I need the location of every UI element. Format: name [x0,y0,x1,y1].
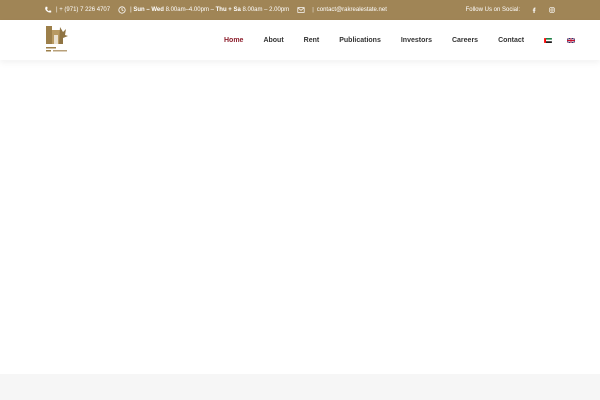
hours-time-2: 8.00am – 2.00pm [242,7,290,13]
phone-number[interactable]: | + (971) 7 226 4707 [56,7,110,13]
social-links: Follow Us on Social: [466,0,556,20]
mail-icon [297,6,305,14]
hours-time-1: 8.00am–4.00pm [165,7,209,13]
nav-item-contact[interactable]: Contact [498,37,524,44]
nav-item-about[interactable]: About [263,37,283,44]
nav-item-careers[interactable]: Careers [452,37,478,44]
logo[interactable] [45,26,69,56]
uae-flag-icon[interactable] [544,37,553,43]
page-footer-strip [0,374,600,400]
main-nav: Home About Rent Publications Investors C… [224,20,590,60]
nav-item-publications[interactable]: Publications [339,37,381,44]
clock-icon [118,6,126,14]
top-info-bar: | + (971) 7 226 4707 | Sun – Wed 8.00am–… [0,0,600,20]
facebook-icon[interactable] [530,6,538,14]
nav-item-investors[interactable]: Investors [401,37,432,44]
phone-icon [44,6,52,14]
nav-item-home[interactable]: Home [224,37,243,44]
topbar-divider: | [312,7,314,13]
main-header: Home About Rent Publications Investors C… [0,20,600,60]
instagram-icon[interactable] [548,6,556,14]
hours-dash: – [210,7,214,13]
contact-info: | + (971) 7 226 4707 | Sun – Wed 8.00am–… [44,0,387,20]
hours-days-1: Sun – Wed [133,7,164,13]
follow-label: Follow Us on Social: [465,7,520,13]
hours-prefix: | [130,7,132,13]
hours-days-2: Thu + Sa [215,7,241,13]
uk-flag-icon[interactable] [567,37,576,43]
nav-item-rent[interactable]: Rent [304,37,320,44]
email-link[interactable]: contact@rakrealestate.net [317,7,387,13]
